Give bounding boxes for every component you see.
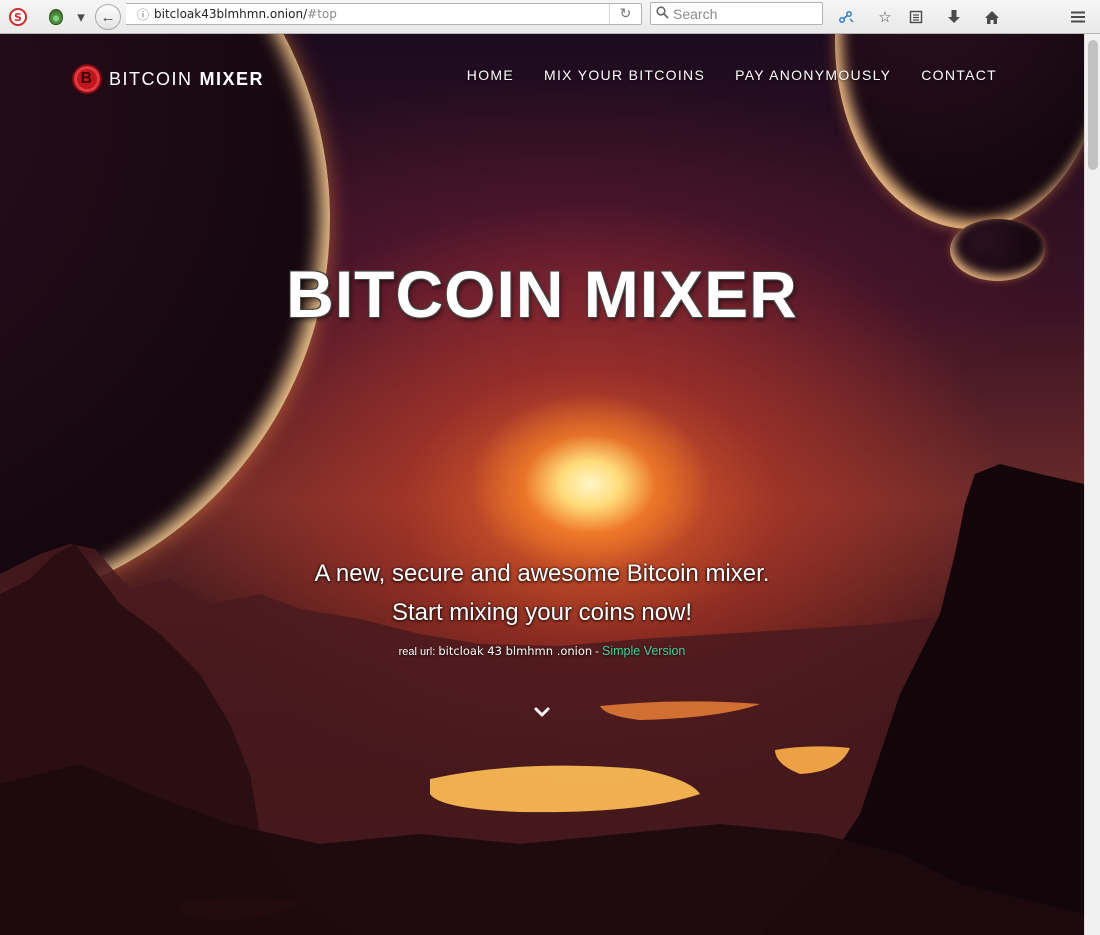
nav-home[interactable]: HOME <box>467 67 514 83</box>
hero-subtitle-line-1: A new, secure and awesome Bitcoin mixer. <box>314 560 770 587</box>
address-bar[interactable]: ⓘ bitcloak43blmhmn.onion/#top ↻ <box>126 3 642 25</box>
logo-word-1: BITCOIN <box>109 68 193 89</box>
vertical-scrollbar[interactable] <box>1084 34 1100 935</box>
tor-onion-icon[interactable] <box>43 4 69 30</box>
separator: - <box>595 646 599 658</box>
home-icon[interactable] <box>979 4 1005 30</box>
bitcoin-logo-icon: B <box>72 64 102 94</box>
hero-subtitle-line-2: Start mixing your coins now! <box>391 599 693 626</box>
simple-version-link[interactable]: Simple Version <box>602 644 685 658</box>
extension-icon[interactable] <box>833 4 859 30</box>
search-input[interactable]: Search <box>650 2 823 25</box>
real-url-value: bitcloak 43 blmhmn .onion <box>438 644 593 658</box>
search-icon <box>651 5 673 22</box>
chevron-down-icon[interactable] <box>532 702 552 722</box>
noscript-icon[interactable]: S <box>5 4 31 30</box>
landscape-image <box>0 464 1084 935</box>
chevron-down-icon[interactable]: ▾ <box>68 4 94 30</box>
reading-list-icon[interactable] <box>903 4 929 30</box>
reload-icon[interactable]: ↻ <box>609 4 641 24</box>
site-logo[interactable]: B BITCOIN MIXER <box>72 64 264 94</box>
browser-toolbar: S ▾ ← ⓘ bitcloak43blmhmn.onion/#top ↻ Se… <box>0 0 1100 34</box>
real-url-label: real url: <box>398 646 436 658</box>
back-arrow-icon[interactable]: ← <box>95 4 121 30</box>
url-text[interactable]: bitcloak43blmhmn.onion/#top <box>154 7 609 21</box>
nav-mix-your-bitcoins[interactable]: MIX YOUR BITCOINS <box>544 67 705 83</box>
nav-pay-anonymously[interactable]: PAY ANONYMOUSLY <box>735 67 891 83</box>
info-icon[interactable]: ⓘ <box>126 6 154 23</box>
real-url-line: real url: bitcloak 43 blmhmn .onion - Si… <box>0 644 1084 658</box>
hamburger-menu-icon[interactable] <box>1065 4 1091 30</box>
star-icon[interactable]: ☆ <box>872 4 898 30</box>
scrollbar-thumb[interactable] <box>1088 40 1098 170</box>
search-placeholder: Search <box>673 5 718 22</box>
download-icon[interactable] <box>941 4 967 30</box>
nav-contact[interactable]: CONTACT <box>921 67 997 83</box>
hero-title: BITCOIN MIXER <box>286 257 798 331</box>
hero-subtitle: A new, secure and awesome Bitcoin mixer.… <box>0 554 1084 632</box>
logo-word-2: MIXER <box>199 68 265 89</box>
page-hero: B BITCOIN MIXER HOME MIX YOUR BITCOINS P… <box>0 34 1084 935</box>
site-nav: HOME MIX YOUR BITCOINS PAY ANONYMOUSLY C… <box>467 67 997 83</box>
